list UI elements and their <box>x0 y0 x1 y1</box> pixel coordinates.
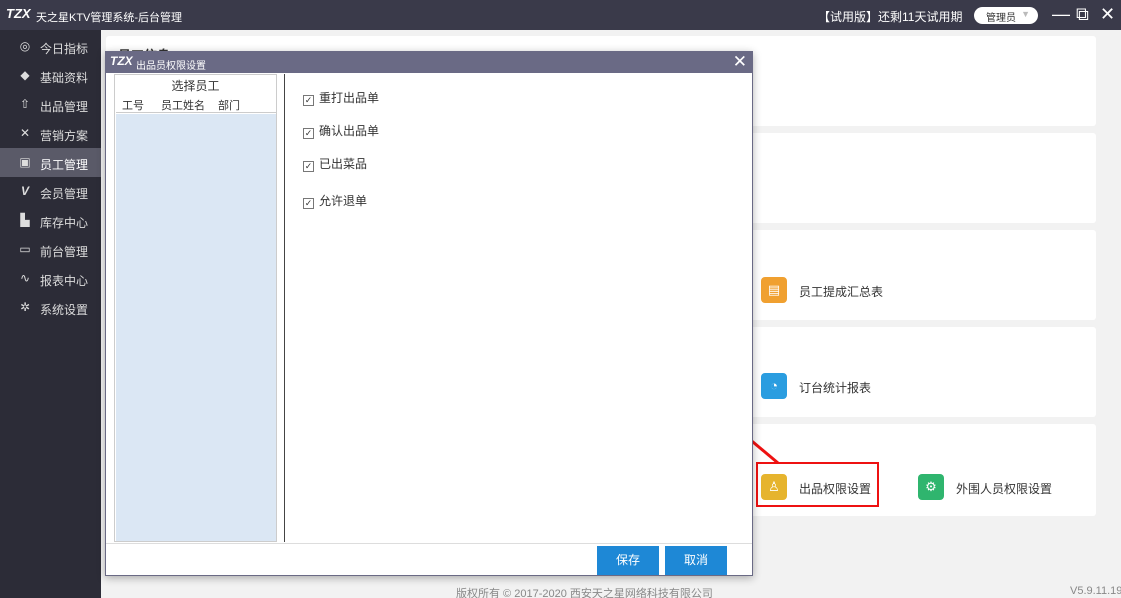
dialog-footer: 保存 取消 <box>106 543 752 575</box>
close-icon[interactable]: ✕ <box>733 52 747 72</box>
permission-refund-checkbox[interactable]: ✓ 允许退单 <box>303 192 367 209</box>
column-header-department[interactable]: 部门 <box>218 97 240 113</box>
employee-table-header: 工号 员工姓名 部门 <box>116 93 276 113</box>
permission-served-checkbox[interactable]: ✓ 已出菜品 <box>303 155 367 172</box>
dialog-title-bar[interactable]: TZX 出品员权限设置 ✕ <box>106 52 752 73</box>
dialog-logo: TZX <box>110 54 133 68</box>
checkbox-icon: ✓ <box>303 161 314 172</box>
column-header-id[interactable]: 工号 <box>122 97 144 113</box>
pane-divider <box>284 74 285 542</box>
permission-confirm-checkbox[interactable]: ✓ 确认出品单 <box>303 122 379 139</box>
permission-label: 确认出品单 <box>319 124 380 138</box>
column-header-name[interactable]: 员工姓名 <box>161 97 205 113</box>
checkbox-icon: ✓ <box>303 95 314 106</box>
employee-select-pane: 选择员工 工号 员工姓名 部门 <box>114 74 277 542</box>
dialog-title: 出品员权限设置 <box>136 61 206 72</box>
permission-label: 允许退单 <box>319 194 368 208</box>
checkbox-icon: ✓ <box>303 198 314 209</box>
checkbox-icon: ✓ <box>303 128 314 139</box>
cancel-button[interactable]: 取消 <box>665 546 727 575</box>
employee-table-body[interactable] <box>116 114 276 541</box>
pane-title: 选择员工 <box>171 79 220 93</box>
permission-dialog: TZX 出品员权限设置 ✕ 选择员工 工号 员工姓名 部门 ✓ 重打出品单 ✓ 确认… <box>105 51 753 576</box>
permission-reprint-checkbox[interactable]: ✓ 重打出品单 <box>303 89 379 106</box>
permission-label: 已出菜品 <box>319 157 368 171</box>
save-button[interactable]: 保存 <box>597 546 659 575</box>
permission-label: 重打出品单 <box>319 91 380 105</box>
